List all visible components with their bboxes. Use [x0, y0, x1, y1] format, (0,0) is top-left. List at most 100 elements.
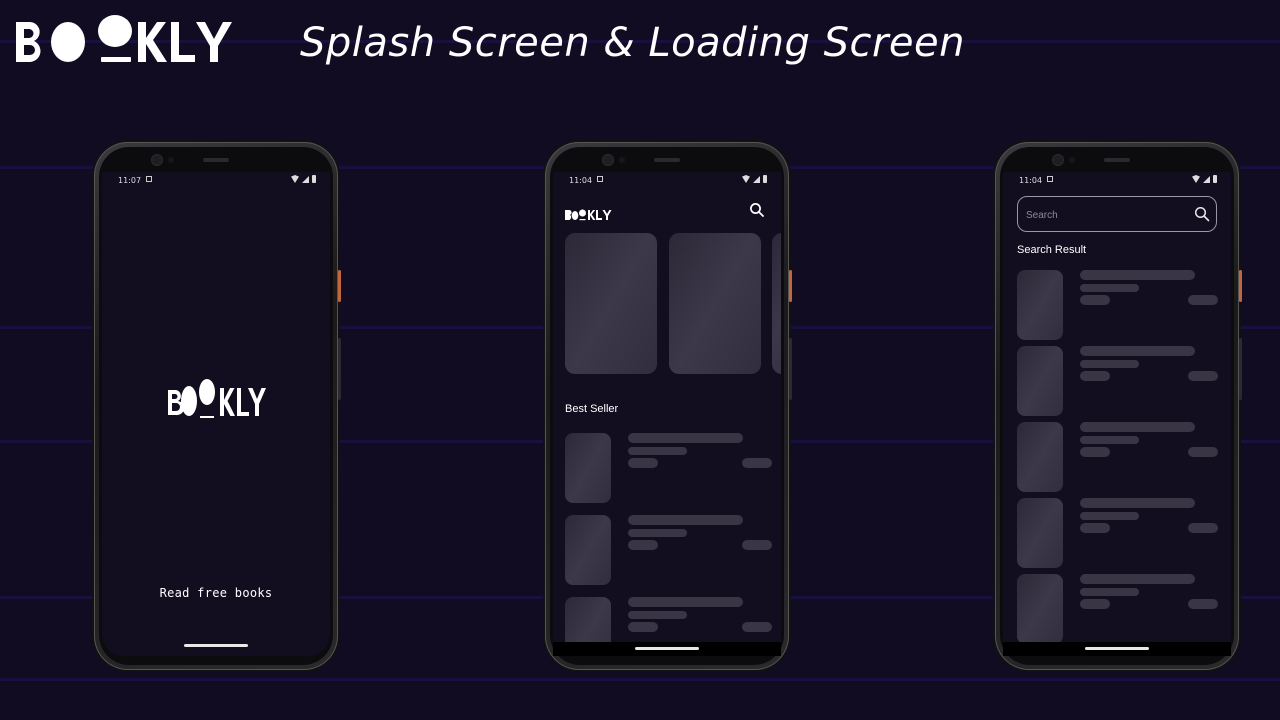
status-icons: [291, 175, 316, 183]
price-placeholder: [742, 458, 772, 468]
title-placeholder: [628, 433, 743, 443]
title-placeholder: [1080, 422, 1195, 432]
author-placeholder: [1080, 436, 1139, 444]
book-cover-placeholder: [1017, 574, 1063, 644]
status-bar: 11:07: [102, 172, 330, 188]
notification-icon: [1047, 176, 1053, 182]
book-cover-placeholder: [1017, 422, 1063, 492]
rating-placeholder: [1080, 523, 1110, 533]
rating-placeholder: [1080, 599, 1110, 609]
splash-logo: [168, 378, 266, 424]
featured-book-placeholder: [565, 233, 657, 374]
book-cover-placeholder: [565, 515, 611, 585]
rating-placeholder: [1080, 447, 1110, 457]
title-placeholder: [1080, 498, 1195, 508]
speaker-grille: [654, 158, 680, 162]
bg-stripe: [0, 678, 1280, 681]
phone-search-loading: 11:04 Search Result: [995, 142, 1242, 670]
signal-icon: [302, 175, 309, 183]
author-placeholder: [1080, 588, 1139, 596]
book-cover-placeholder: [1017, 270, 1063, 340]
author-placeholder: [628, 529, 687, 537]
price-placeholder: [1188, 295, 1218, 305]
price-placeholder: [742, 622, 772, 632]
camera-icon: [1053, 155, 1063, 165]
signal-icon: [1203, 175, 1210, 183]
volume-button: [789, 338, 792, 400]
speaker-grille: [203, 158, 229, 162]
rating-placeholder: [628, 622, 658, 632]
rating-placeholder: [1080, 295, 1110, 305]
power-button: [338, 270, 341, 302]
phone-splash: 11:07 Read free books: [94, 142, 341, 670]
search-field[interactable]: [1017, 196, 1217, 232]
featured-book-placeholder: [772, 233, 781, 374]
wifi-icon: [1192, 175, 1200, 183]
price-placeholder: [742, 540, 772, 550]
book-cover-placeholder: [1017, 498, 1063, 568]
price-placeholder: [1188, 523, 1218, 533]
title-placeholder: [628, 597, 743, 607]
splash-tagline: Read free books: [159, 586, 273, 600]
price-placeholder: [1188, 599, 1218, 609]
status-time: 11:04: [569, 176, 593, 185]
volume-button: [1239, 338, 1242, 400]
title-placeholder: [1080, 270, 1195, 280]
sensor-icon: [619, 157, 625, 163]
author-placeholder: [1080, 360, 1139, 368]
price-placeholder: [1188, 447, 1218, 457]
rating-placeholder: [628, 540, 658, 550]
navigation-bar: [1003, 642, 1231, 656]
home-indicator[interactable]: [1085, 647, 1149, 650]
speaker-grille: [1104, 158, 1130, 162]
title-placeholder: [628, 515, 743, 525]
book-cover-placeholder: [565, 433, 611, 503]
search-screen: 11:04 Search Result: [1003, 172, 1231, 656]
gesture-bar: [102, 642, 330, 656]
notification-icon: [146, 176, 152, 182]
search-result-title: Search Result: [1017, 244, 1087, 256]
status-icons: [1192, 175, 1217, 183]
wifi-icon: [742, 175, 750, 183]
splash-screen: 11:07 Read free books: [102, 172, 330, 656]
home-indicator[interactable]: [635, 647, 699, 650]
battery-icon: [763, 175, 767, 183]
author-placeholder: [628, 447, 687, 455]
rating-placeholder: [1080, 371, 1110, 381]
title-placeholder: [1080, 574, 1195, 584]
home-logo: [565, 206, 613, 221]
brand-logo: [14, 14, 236, 64]
featured-book-placeholder: [669, 233, 761, 374]
battery-icon: [312, 175, 316, 183]
status-icons: [742, 175, 767, 183]
status-time: 11:07: [118, 176, 142, 185]
home-indicator[interactable]: [184, 644, 248, 647]
status-bar: 11:04: [1003, 172, 1231, 188]
price-placeholder: [1188, 371, 1218, 381]
search-icon[interactable]: [749, 202, 765, 218]
page-headline: Splash Screen & Loading Screen: [300, 20, 965, 66]
status-bar: 11:04: [553, 172, 781, 188]
sensor-icon: [168, 157, 174, 163]
power-button: [789, 270, 792, 302]
power-button: [1239, 270, 1242, 302]
rating-placeholder: [628, 458, 658, 468]
book-cover-placeholder: [1017, 346, 1063, 416]
camera-icon: [152, 155, 162, 165]
phone-home-loading: 11:04 Best Seller: [545, 142, 792, 670]
author-placeholder: [1080, 284, 1139, 292]
status-time: 11:04: [1019, 176, 1043, 185]
battery-icon: [1213, 175, 1217, 183]
search-input[interactable]: [1024, 203, 1188, 227]
camera-icon: [603, 155, 613, 165]
sensor-icon: [1069, 157, 1075, 163]
title-placeholder: [1080, 346, 1195, 356]
wifi-icon: [291, 175, 299, 183]
search-icon[interactable]: [1194, 206, 1210, 222]
notification-icon: [597, 176, 603, 182]
best-seller-title: Best Seller: [565, 403, 619, 415]
home-screen: 11:04 Best Seller: [553, 172, 781, 656]
volume-button: [338, 338, 341, 400]
author-placeholder: [628, 611, 687, 619]
author-placeholder: [1080, 512, 1139, 520]
